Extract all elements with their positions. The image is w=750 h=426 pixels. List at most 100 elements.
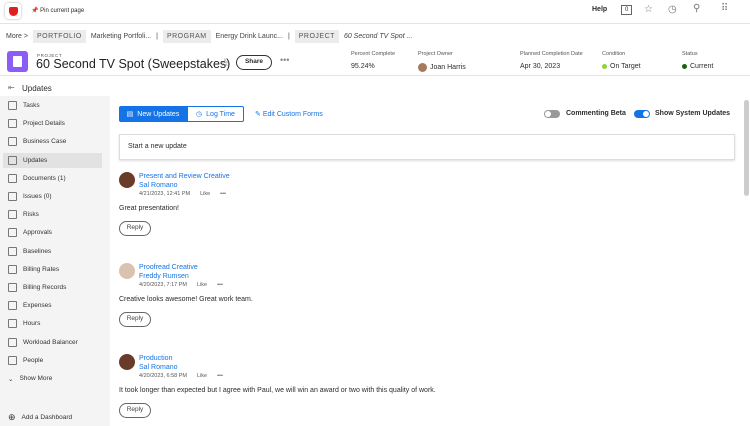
sidebar-item-documents[interactable]: Documents (1)	[3, 171, 102, 186]
new-updates-tab[interactable]: ▤ New Updates	[119, 106, 187, 122]
meta-value[interactable]: Joan Harris	[430, 64, 466, 71]
sidebar-item-approvals[interactable]: Approvals	[3, 225, 102, 240]
apps-grid-icon[interactable]: ⠿	[721, 3, 728, 14]
log-time-tab[interactable]: ◷ Log Time	[187, 106, 244, 122]
reply-button[interactable]: Reply	[119, 403, 151, 418]
sidebar-item-hours[interactable]: Hours	[3, 316, 102, 331]
post-author-link[interactable]: Sal Romano	[139, 181, 230, 190]
post-more-icon[interactable]: •••	[217, 282, 223, 288]
sidebar-item-icon	[8, 319, 17, 329]
sidebar-item-label: Updates	[23, 156, 48, 164]
help-link[interactable]: Help	[592, 6, 607, 13]
post-timestamp: 4/20/2023, 7:17 PM	[139, 282, 188, 288]
notifications-button[interactable]: 0	[621, 5, 633, 15]
sidebar: Tasks Project Details Business Case Updates…	[0, 96, 110, 426]
owner-avatar	[418, 63, 427, 72]
post-more-icon[interactable]: •••	[220, 191, 226, 197]
meta-project-owner: Project Owner Joan Harris	[418, 51, 466, 72]
meta-label: Condition	[602, 51, 626, 57]
sidebar-item-issues[interactable]: Issues (0)	[3, 189, 102, 204]
recent-history-icon[interactable]: ◷	[668, 4, 677, 15]
breadcrumb-more[interactable]: More >	[6, 33, 28, 40]
sidebar-item-label: Expenses	[23, 302, 52, 310]
new-update-input[interactable]: Start a new update	[119, 134, 735, 160]
show-system-updates-label: Show System Updates	[655, 110, 731, 117]
scrollbar[interactable]	[744, 100, 749, 196]
sidebar-item-risks[interactable]: Risks	[3, 207, 102, 222]
sidebar-item-icon	[8, 119, 17, 129]
sidebar-item-label: Approvals	[23, 229, 52, 237]
sidebar-item-icon	[8, 101, 17, 110]
post-author-link[interactable]: Freddy Rumsen	[139, 272, 198, 281]
meta-label: Percent Complete	[351, 51, 396, 57]
breadcrumb-program[interactable]: Energy Drink Launc...	[216, 33, 283, 40]
favorites-icon[interactable]: ☆	[644, 4, 653, 15]
sidebar-item-billing-rates[interactable]: Billing Rates	[3, 262, 102, 277]
favorite-star-icon[interactable]: ☆	[220, 56, 230, 69]
meta-percent-complete: Percent Complete 95.24%	[351, 51, 395, 70]
post-body: It took longer than expected but I agree…	[119, 387, 436, 394]
sidebar-item-expenses[interactable]: Expenses	[3, 298, 102, 313]
edit-custom-forms-link[interactable]: ✎ Edit Custom Forms	[255, 110, 323, 118]
sidebar-item-billing-records[interactable]: Billing Records	[3, 280, 102, 295]
post-more-icon[interactable]: •••	[217, 373, 223, 379]
tab-label: New Updates	[137, 110, 180, 118]
update-post: Production Sal Romano 4/20/2023, 6:58 PM L…	[119, 354, 519, 424]
sidebar-item-baselines[interactable]: Baselines	[3, 244, 102, 259]
collapse-sidebar-icon[interactable]: ⇤	[8, 83, 15, 92]
like-button[interactable]: Like	[197, 373, 207, 379]
sidebar-item-icon	[8, 337, 17, 347]
breadcrumb-project[interactable]: 60 Second TV Spot ...	[344, 33, 413, 40]
show-more-button[interactable]: ⌄ Show More	[3, 371, 102, 386]
sidebar-item-label: Issues (0)	[23, 193, 52, 200]
breadcrumb-portfolio[interactable]: Marketing Portfoli...	[91, 33, 151, 40]
reply-button[interactable]: Reply	[119, 221, 151, 236]
sidebar-item-icon	[8, 355, 17, 365]
sidebar-item-label: Documents (1)	[23, 174, 66, 182]
pin-page-button[interactable]: 📌 Pin current page	[31, 7, 84, 14]
share-button[interactable]: Share	[236, 55, 272, 70]
like-button[interactable]: Like	[200, 191, 210, 197]
sidebar-item-project-details[interactable]: Project Details	[3, 116, 102, 131]
sidebar-item-icon	[8, 246, 17, 256]
commenting-beta-label: Commenting Beta	[566, 110, 626, 117]
sidebar-item-workload-balancer[interactable]: Workload Balancer	[3, 335, 102, 350]
commenting-beta-toggle[interactable]	[544, 110, 560, 118]
app-logo[interactable]	[5, 3, 21, 19]
sidebar-item-icon	[8, 173, 17, 183]
separator: |	[156, 32, 158, 40]
add-dashboard-button[interactable]: ⊕ Add a Dashboard	[3, 410, 102, 425]
post-author-link[interactable]: Sal Romano	[139, 363, 178, 372]
sidebar-item-icon	[8, 301, 17, 311]
meta-value: Apr 30, 2023	[520, 63, 561, 70]
meta-value: 95.24%	[351, 63, 375, 70]
reply-button[interactable]: Reply	[119, 312, 151, 327]
post-task-link[interactable]: Present and Review Creative	[139, 172, 230, 181]
sidebar-item-label: Project Details	[23, 120, 65, 128]
show-more-label: Show More	[19, 375, 53, 382]
portfolio-tag: PORTFOLIO	[32, 29, 86, 43]
sidebar-item-tasks[interactable]: Tasks	[3, 98, 102, 113]
author-avatar	[119, 172, 135, 188]
post-task-link[interactable]: Production	[139, 354, 178, 363]
show-system-updates-toggle[interactable]	[634, 110, 650, 118]
status-dot	[682, 64, 687, 69]
post-body: Great presentation!	[119, 205, 179, 212]
sidebar-item-updates[interactable]: Updates	[3, 152, 102, 168]
add-dashboard-label: Add a Dashboard	[21, 414, 73, 421]
meta-condition: Condition On Target	[602, 51, 641, 70]
sidebar-item-icon	[8, 283, 17, 292]
search-icon[interactable]: ⚲	[693, 3, 700, 14]
sidebar-item-people[interactable]: People	[3, 353, 102, 368]
post-task-link[interactable]: Proofread Creative	[139, 263, 198, 272]
sidebar-item-icon	[8, 137, 17, 147]
sidebar-item-icon	[8, 155, 17, 165]
more-options-icon[interactable]: •••	[280, 55, 289, 65]
meta-planned-completion: Planned Completion Date Apr 30, 2023	[520, 51, 583, 70]
tab-label: Log Time	[206, 110, 235, 118]
sidebar-item-label: Business Case	[23, 138, 67, 146]
sidebar-item-icon	[8, 264, 17, 274]
like-button[interactable]: Like	[197, 282, 207, 288]
sidebar-item-business-case[interactable]: Business Case	[3, 134, 102, 149]
meta-value: Current	[690, 63, 714, 70]
